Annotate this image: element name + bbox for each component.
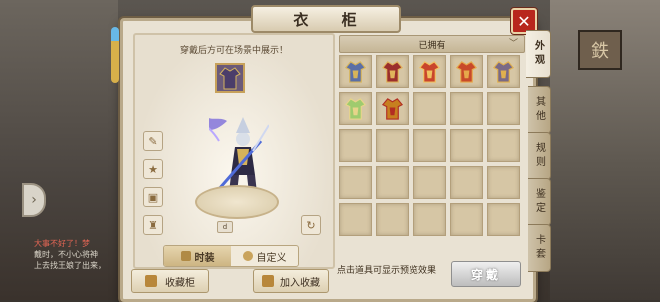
tab-fashion-label: 时装 <box>194 252 215 264</box>
shirt-icon[interactable]: ♜ <box>143 215 163 235</box>
costume-icon <box>381 61 404 83</box>
empty-slot[interactable] <box>339 166 372 199</box>
empty-slot[interactable] <box>450 166 483 199</box>
star-icon[interactable]: ★ <box>143 159 163 179</box>
empty-slot[interactable] <box>450 92 483 125</box>
brush-icon[interactable]: ✎ <box>143 131 163 151</box>
empty-slot[interactable] <box>487 203 520 236</box>
costume-slot[interactable] <box>339 92 372 125</box>
empty-slot[interactable] <box>450 203 483 236</box>
costume-slot[interactable] <box>339 55 372 88</box>
empty-slot[interactable] <box>413 92 446 125</box>
wardrobe-window: 衣 柜 ✕ 穿戴后方可在场景中展示！ ✎ ★ ▣ ♜ ↻ d 时装 自定义 收藏… <box>111 5 537 302</box>
empty-slot[interactable] <box>376 129 409 162</box>
character-pedestal <box>195 185 279 219</box>
puzzle-icon <box>242 251 253 261</box>
empty-slot[interactable] <box>413 203 446 236</box>
fashion-icon <box>180 251 191 261</box>
costume-slot[interactable] <box>413 55 446 88</box>
tab-other[interactable]: 其他 <box>528 86 551 134</box>
empty-slot[interactable] <box>413 166 446 199</box>
empty-slot[interactable] <box>376 166 409 199</box>
costume-slot[interactable] <box>487 55 520 88</box>
costume-icon <box>418 61 441 83</box>
tab-rules[interactable]: 规则 <box>528 132 551 180</box>
costume-slot[interactable] <box>376 55 409 88</box>
chat-line: 大事不好了！梦 <box>34 239 90 248</box>
window-title: 衣 柜 <box>251 5 401 33</box>
tab-fashion[interactable]: 时装 <box>164 246 231 266</box>
costume-icon <box>455 61 478 83</box>
chat-line: 上去找王娘了出来， <box>34 261 106 270</box>
scene-sign: 鉄 <box>578 30 622 70</box>
add-collection-icon <box>262 275 274 287</box>
rotate-icon[interactable]: ↻ <box>301 215 321 235</box>
lock-icon[interactable]: ▣ <box>143 187 163 207</box>
preview-mode-toggle: 时装 自定义 <box>163 245 299 267</box>
tab-custom-label: 自定义 <box>256 252 287 264</box>
costume-slot[interactable] <box>376 92 409 125</box>
tab-appraisal[interactable]: 鉴定 <box>528 178 551 226</box>
empty-slot[interactable] <box>487 92 520 125</box>
empty-slot[interactable] <box>487 129 520 162</box>
tassel-ornament <box>111 27 119 83</box>
tab-appearance[interactable]: 外观 <box>526 30 551 78</box>
cabinet-icon <box>145 275 157 287</box>
owned-filter-label: 已拥有 <box>418 40 446 51</box>
chat-preview[interactable]: 大事不好了！梦 戴时，不小心将神 上去找王娘了出来， <box>34 238 126 294</box>
tab-custom[interactable]: 自定义 <box>231 246 298 266</box>
chat-line: 戴时，不小心将神 <box>34 250 98 259</box>
chevron-down-icon: ﹀ <box>508 39 518 49</box>
costume-icon <box>219 67 241 90</box>
selected-costume-thumb[interactable] <box>215 63 245 93</box>
empty-slot[interactable] <box>413 129 446 162</box>
tab-card-sleeve[interactable]: 卡套 <box>528 224 551 272</box>
empty-slot[interactable] <box>376 203 409 236</box>
add-to-collection-label: 加入收藏 <box>280 277 320 289</box>
collection-cabinet-button[interactable]: 收藏柜 <box>131 269 209 293</box>
preview-hint: 穿戴后方可在场景中展示！ <box>179 46 288 56</box>
wear-button[interactable]: 穿戴 <box>451 261 521 287</box>
empty-slot[interactable] <box>339 129 372 162</box>
empty-slot[interactable] <box>487 166 520 199</box>
costume-icon <box>344 61 367 83</box>
costume-icon <box>381 98 404 120</box>
preview-panel: 穿戴后方可在场景中展示！ ✎ ★ ▣ ♜ ↻ d 时装 自定义 <box>133 33 335 269</box>
costume-slot[interactable] <box>450 55 483 88</box>
add-to-collection-button[interactable]: 加入收藏 <box>253 269 329 293</box>
costume-grid <box>339 55 523 265</box>
owned-filter[interactable]: 已拥有 ﹀ <box>339 35 525 53</box>
costume-icon <box>344 98 367 120</box>
costume-icon <box>492 61 515 83</box>
empty-slot[interactable] <box>450 129 483 162</box>
empty-slot[interactable] <box>339 203 372 236</box>
info-chip[interactable]: d <box>217 221 233 233</box>
collection-cabinet-label: 收藏柜 <box>165 277 195 289</box>
preview-tip: 点击道具可显示预览效果 <box>337 266 437 276</box>
